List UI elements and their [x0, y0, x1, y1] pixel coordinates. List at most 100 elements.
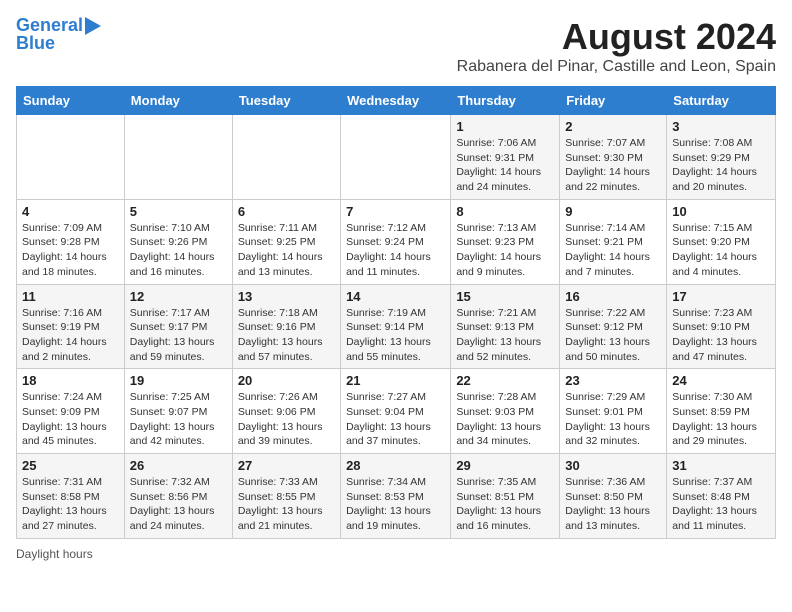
cell-5-6: 30 Sunrise: 7:36 AM Sunset: 8:50 PM Dayli… — [560, 454, 667, 539]
cell-day-number: 29 — [456, 458, 554, 473]
logo-arrow-icon — [85, 17, 101, 35]
col-header-saturday: Saturday — [667, 87, 776, 115]
cell-1-2 — [124, 115, 232, 200]
cell-day-number: 3 — [672, 119, 770, 134]
main-title: August 2024 — [457, 16, 776, 58]
cell-info-text: Sunrise: 7:34 AM Sunset: 8:53 PM Dayligh… — [346, 475, 445, 534]
cell-day-number: 23 — [565, 373, 661, 388]
cell-day-number: 1 — [456, 119, 554, 134]
week-row-2: 4Sunrise: 7:09 AM Sunset: 9:28 PM Daylig… — [17, 199, 776, 284]
cell-day-number: 8 — [456, 204, 554, 219]
col-header-thursday: Thursday — [451, 87, 560, 115]
cell-day-number: 30 — [565, 458, 661, 473]
cell-2-2: 5 Sunrise: 7:10 AM Sunset: 9:26 PM Daylig… — [124, 199, 232, 284]
cell-5-2: 26Sunrise: 7:32 AM Sunset: 8:56 PM Dayli… — [124, 454, 232, 539]
cell-info-text: Sunrise: 7:18 AM Sunset: 9:16 PM Dayligh… — [238, 306, 335, 365]
cell-3-7: 17Sunrise: 7:23 AM Sunset: 9:10 PM Dayli… — [667, 284, 776, 369]
cell-day-number: 10 — [672, 204, 770, 219]
cell-day-number: 28 — [346, 458, 445, 473]
cell-1-3 — [232, 115, 340, 200]
cell-4-3: 20 Sunrise: 7:26 AM Sunset: 9:06 PM Dayli… — [232, 369, 340, 454]
cell-1-6: 2 Sunrise: 7:07 AM Sunset: 9:30 PM Daylig… — [560, 115, 667, 200]
cell-5-4: 28 Sunrise: 7:34 AM Sunset: 8:53 PM Dayli… — [341, 454, 451, 539]
week-row-5: 25 Sunrise: 7:31 AM Sunset: 8:58 PM Dayli… — [17, 454, 776, 539]
cell-day-number: 5 — [130, 204, 227, 219]
col-header-wednesday: Wednesday — [341, 87, 451, 115]
cell-info-text: Sunrise: 7:06 AM Sunset: 9:31 PM Dayligh… — [456, 136, 554, 195]
cell-day-number: 11 — [22, 289, 119, 304]
week-row-1: 1 Sunrise: 7:06 AM Sunset: 9:31 PM Daylig… — [17, 115, 776, 200]
cell-1-7: 3 Sunrise: 7:08 AM Sunset: 9:29 PM Daylig… — [667, 115, 776, 200]
calendar-table: SundayMondayTuesdayWednesdayThursdayFrid… — [16, 86, 776, 539]
cell-3-5: 15 Sunrise: 7:21 AM Sunset: 9:13 PM Dayli… — [451, 284, 560, 369]
cell-info-text: Sunrise: 7:33 AM Sunset: 8:55 PM Dayligh… — [238, 475, 335, 534]
title-area: August 2024 Rabanera del Pinar, Castille… — [457, 16, 776, 76]
cell-5-5: 29 Sunrise: 7:35 AM Sunset: 8:51 PM Dayli… — [451, 454, 560, 539]
cell-1-4 — [341, 115, 451, 200]
cell-info-text: Sunrise: 7:37 AM Sunset: 8:48 PM Dayligh… — [672, 475, 770, 534]
cell-3-6: 16Sunrise: 7:22 AM Sunset: 9:12 PM Dayli… — [560, 284, 667, 369]
cell-day-number: 25 — [22, 458, 119, 473]
cell-4-1: 18 Sunrise: 7:24 AM Sunset: 9:09 PM Dayli… — [17, 369, 125, 454]
cell-day-number: 15 — [456, 289, 554, 304]
week-row-3: 11 Sunrise: 7:16 AM Sunset: 9:19 PM Dayli… — [17, 284, 776, 369]
cell-3-2: 12Sunrise: 7:17 AM Sunset: 9:17 PM Dayli… — [124, 284, 232, 369]
col-header-sunday: Sunday — [17, 87, 125, 115]
cell-day-number: 7 — [346, 204, 445, 219]
cell-info-text: Sunrise: 7:35 AM Sunset: 8:51 PM Dayligh… — [456, 475, 554, 534]
cell-info-text: Sunrise: 7:26 AM Sunset: 9:06 PM Dayligh… — [238, 390, 335, 449]
cell-info-text: Sunrise: 7:14 AM Sunset: 9:21 PM Dayligh… — [565, 221, 661, 280]
col-header-monday: Monday — [124, 87, 232, 115]
cell-info-text: Sunrise: 7:07 AM Sunset: 9:30 PM Dayligh… — [565, 136, 661, 195]
cell-day-number: 20 — [238, 373, 335, 388]
cell-2-3: 6Sunrise: 7:11 AM Sunset: 9:25 PM Daylig… — [232, 199, 340, 284]
cell-day-number: 19 — [130, 373, 227, 388]
cell-info-text: Sunrise: 7:10 AM Sunset: 9:26 PM Dayligh… — [130, 221, 227, 280]
week-row-4: 18 Sunrise: 7:24 AM Sunset: 9:09 PM Dayli… — [17, 369, 776, 454]
cell-5-7: 31Sunrise: 7:37 AM Sunset: 8:48 PM Dayli… — [667, 454, 776, 539]
cell-2-1: 4Sunrise: 7:09 AM Sunset: 9:28 PM Daylig… — [17, 199, 125, 284]
cell-2-6: 9 Sunrise: 7:14 AM Sunset: 9:21 PM Daylig… — [560, 199, 667, 284]
cell-5-1: 25 Sunrise: 7:31 AM Sunset: 8:58 PM Dayli… — [17, 454, 125, 539]
header-row: SundayMondayTuesdayWednesdayThursdayFrid… — [17, 87, 776, 115]
cell-info-text: Sunrise: 7:24 AM Sunset: 9:09 PM Dayligh… — [22, 390, 119, 449]
cell-5-3: 27 Sunrise: 7:33 AM Sunset: 8:55 PM Dayli… — [232, 454, 340, 539]
cell-info-text: Sunrise: 7:12 AM Sunset: 9:24 PM Dayligh… — [346, 221, 445, 280]
cell-day-number: 21 — [346, 373, 445, 388]
cell-info-text: Sunrise: 7:25 AM Sunset: 9:07 PM Dayligh… — [130, 390, 227, 449]
col-header-friday: Friday — [560, 87, 667, 115]
daylight-label: Daylight hours — [16, 547, 93, 561]
cell-info-text: Sunrise: 7:17 AM Sunset: 9:17 PM Dayligh… — [130, 306, 227, 365]
cell-day-number: 24 — [672, 373, 770, 388]
cell-day-number: 18 — [22, 373, 119, 388]
cell-1-1 — [17, 115, 125, 200]
cell-3-4: 14Sunrise: 7:19 AM Sunset: 9:14 PM Dayli… — [341, 284, 451, 369]
cell-day-number: 22 — [456, 373, 554, 388]
cell-info-text: Sunrise: 7:27 AM Sunset: 9:04 PM Dayligh… — [346, 390, 445, 449]
cell-4-4: 21 Sunrise: 7:27 AM Sunset: 9:04 PM Dayli… — [341, 369, 451, 454]
cell-2-7: 10 Sunrise: 7:15 AM Sunset: 9:20 PM Dayli… — [667, 199, 776, 284]
cell-3-1: 11 Sunrise: 7:16 AM Sunset: 9:19 PM Dayli… — [17, 284, 125, 369]
cell-4-2: 19 Sunrise: 7:25 AM Sunset: 9:07 PM Dayli… — [124, 369, 232, 454]
cell-info-text: Sunrise: 7:08 AM Sunset: 9:29 PM Dayligh… — [672, 136, 770, 195]
cell-3-3: 13 Sunrise: 7:18 AM Sunset: 9:16 PM Dayli… — [232, 284, 340, 369]
logo-blue: Blue — [16, 34, 55, 54]
logo: General Blue — [16, 16, 101, 54]
cell-info-text: Sunrise: 7:15 AM Sunset: 9:20 PM Dayligh… — [672, 221, 770, 280]
cell-info-text: Sunrise: 7:31 AM Sunset: 8:58 PM Dayligh… — [22, 475, 119, 534]
cell-day-number: 2 — [565, 119, 661, 134]
cell-day-number: 17 — [672, 289, 770, 304]
cell-info-text: Sunrise: 7:13 AM Sunset: 9:23 PM Dayligh… — [456, 221, 554, 280]
cell-day-number: 9 — [565, 204, 661, 219]
cell-info-text: Sunrise: 7:21 AM Sunset: 9:13 PM Dayligh… — [456, 306, 554, 365]
cell-info-text: Sunrise: 7:36 AM Sunset: 8:50 PM Dayligh… — [565, 475, 661, 534]
cell-info-text: Sunrise: 7:29 AM Sunset: 9:01 PM Dayligh… — [565, 390, 661, 449]
cell-day-number: 13 — [238, 289, 335, 304]
cell-day-number: 16 — [565, 289, 661, 304]
cell-day-number: 27 — [238, 458, 335, 473]
header: General Blue August 2024 Rabanera del Pi… — [16, 16, 776, 76]
cell-4-7: 24 Sunrise: 7:30 AM Sunset: 8:59 PM Dayli… — [667, 369, 776, 454]
cell-info-text: Sunrise: 7:30 AM Sunset: 8:59 PM Dayligh… — [672, 390, 770, 449]
cell-info-text: Sunrise: 7:28 AM Sunset: 9:03 PM Dayligh… — [456, 390, 554, 449]
cell-info-text: Sunrise: 7:16 AM Sunset: 9:19 PM Dayligh… — [22, 306, 119, 365]
